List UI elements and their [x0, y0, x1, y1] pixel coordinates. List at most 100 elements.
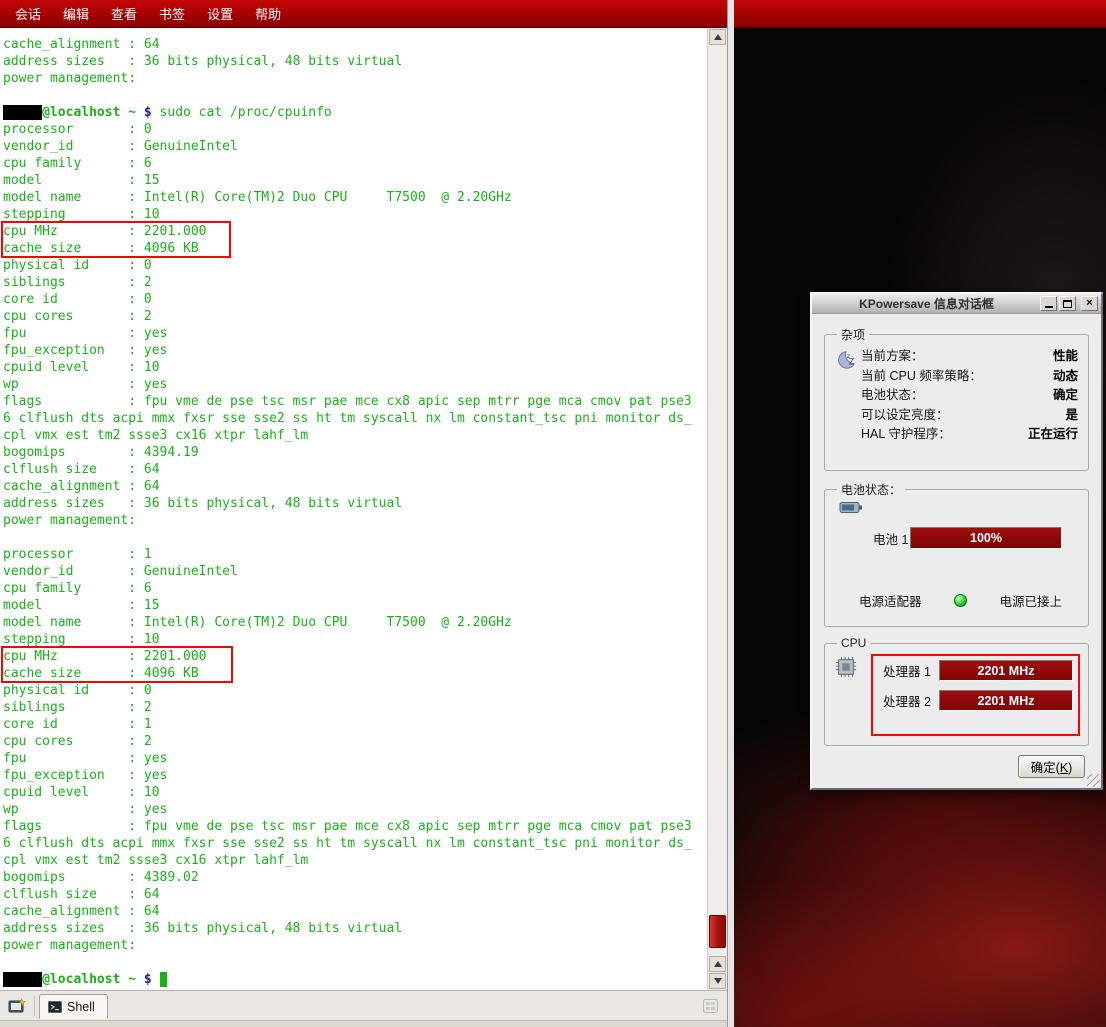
maximize-icon	[1063, 300, 1072, 308]
terminal-line: cache size : 4096 KB	[3, 665, 707, 682]
menu-item[interactable]: 查看	[100, 0, 148, 27]
terminal-text-segment	[3, 105, 42, 120]
terminal-text-segment: cpu family : 6	[3, 156, 152, 171]
terminal-line: model : 15	[3, 597, 707, 614]
terminal-line: cache size : 4096 KB	[3, 240, 707, 257]
info-label: 可以设定亮度：	[861, 406, 949, 426]
new-session-button[interactable]	[4, 994, 30, 1018]
misc-group: 杂项 zZ 当前方案： 性能 当前 CPU 频率策略： 动态	[824, 326, 1089, 471]
arrow-down-icon	[714, 978, 722, 984]
tab-shell[interactable]: Shell	[39, 994, 108, 1019]
terminal-line: fpu_exception : yes	[3, 342, 707, 359]
terminal-line: bogomips : 4394.19	[3, 444, 707, 461]
shell-icon	[48, 1001, 62, 1013]
terminal-text-segment: core id : 0	[3, 292, 152, 307]
terminal-line: vendor_id : GenuineIntel	[3, 138, 707, 155]
menu-item[interactable]: 帮助	[244, 0, 292, 27]
terminal-text-segment: core id : 1	[3, 717, 152, 732]
terminal-line: flags : fpu vme de pse tsc msr pae mce c…	[3, 393, 707, 410]
dialog-titlebar[interactable]: KPowersave 信息对话框 ×	[812, 294, 1101, 314]
menu-item[interactable]: 编辑	[52, 0, 100, 27]
session-list-button[interactable]	[697, 994, 723, 1018]
terminal-text-segment: 6 clflush dts acpi mmx fxsr sse sse2 ss …	[3, 411, 692, 426]
menu-item[interactable]: 会话	[4, 0, 52, 27]
adapter-label: 电源适配器	[859, 591, 922, 610]
terminal-text-segment: bogomips : 4389.02	[3, 870, 199, 885]
svg-text:Z: Z	[849, 357, 855, 367]
terminal-line: fpu : yes	[3, 325, 707, 342]
resize-grip[interactable]	[1087, 774, 1100, 787]
terminal-text-segment: cpuid level : 10	[3, 360, 160, 375]
cpu-frequency-bar: 2201 MHz	[939, 660, 1073, 681]
terminal-line: stepping : 10	[3, 631, 707, 648]
terminal-line: clflush size : 64	[3, 461, 707, 478]
scrollbar-thumb[interactable]	[709, 915, 726, 948]
ok-button[interactable]: 确定(K)	[1018, 755, 1085, 778]
dialog-title: KPowersave 信息对话框	[815, 295, 1038, 312]
scroll-up-button[interactable]	[709, 29, 726, 45]
terminal-text-segment: cpuid level : 10	[3, 785, 160, 800]
info-value: 动态	[1053, 367, 1078, 387]
scroll-up-button-bottom[interactable]	[709, 956, 726, 972]
cpu-group: CPU 处理器 1 2201 MHz	[824, 636, 1089, 746]
terminal-text-segment: cpl vmx est tm2 ssse3 cx16 xtpr lahf_lm	[3, 428, 308, 443]
terminal-line: bogomips : 4389.02	[3, 869, 707, 886]
info-row: 当前方案： 性能	[861, 347, 1078, 367]
terminal-text-segment: processor : 0	[3, 122, 152, 137]
terminal-line: cpuid level : 10	[3, 784, 707, 801]
info-value: 是	[1065, 406, 1078, 426]
terminal-tabbar: Shell	[0, 990, 727, 1020]
menu-item[interactable]: 书签	[148, 0, 196, 27]
info-label: 电池状态：	[861, 386, 924, 406]
cpu-frequency-bar: 2201 MHz	[939, 690, 1073, 711]
terminal-line: cpu cores : 2	[3, 308, 707, 325]
terminal-line: processor : 1	[3, 546, 707, 563]
terminal-line: physical id : 0	[3, 257, 707, 274]
terminal-screen[interactable]: cache_alignment : 64 address sizes : 36 b…	[0, 28, 707, 990]
adapter-status: 电源已接上	[1000, 591, 1063, 610]
terminal-line: clflush size : 64	[3, 886, 707, 903]
info-value: 正在运行	[1028, 425, 1078, 445]
terminal-text-segment: model : 15	[3, 173, 160, 188]
terminal-text-segment: model : 15	[3, 598, 160, 613]
window-bottom-border	[0, 1020, 727, 1027]
info-value: 性能	[1053, 347, 1078, 367]
terminal-text-segment: sudo cat /proc/cpuinfo	[152, 105, 332, 120]
terminal-scrollbar[interactable]	[707, 28, 727, 990]
terminal-text-segment: power management:	[3, 938, 136, 953]
terminal-line: cpu cores : 2	[3, 733, 707, 750]
background-window-titlebar[interactable]	[734, 0, 1106, 28]
terminal-text-segment: fpu : yes	[3, 751, 167, 766]
power-led-icon	[954, 594, 967, 607]
terminal-line: stepping : 10	[3, 206, 707, 223]
processor-label: 处理器 1	[883, 661, 939, 680]
arrow-up-icon	[714, 961, 722, 967]
terminal-text-segment: address sizes : 36 bits physical, 48 bit…	[3, 496, 402, 511]
kpowersave-dialog: KPowersave 信息对话框 × 杂项 zZ 当前方案： 性能	[810, 292, 1103, 790]
terminal-line: cpuid level : 10	[3, 359, 707, 376]
terminal-text-segment: @localhost ~	[42, 105, 144, 120]
minimize-button[interactable]	[1040, 296, 1057, 311]
terminal-line: cache_alignment : 64	[3, 36, 707, 53]
cpu-icon	[835, 656, 857, 678]
terminal-text-segment	[152, 972, 160, 987]
terminal-text-segment: siblings : 2	[3, 700, 152, 715]
terminal-text-segment: wp : yes	[3, 377, 167, 392]
terminal-text-segment	[3, 972, 42, 987]
menu-item[interactable]: 设置	[196, 0, 244, 27]
terminal-text-segment: fpu : yes	[3, 326, 167, 341]
terminal-line	[3, 954, 707, 971]
terminal-line: fpu_exception : yes	[3, 767, 707, 784]
terminal-text-segment: cache_alignment : 64	[3, 479, 160, 494]
scroll-down-button[interactable]	[709, 973, 726, 989]
terminal-text-segment: cache_alignment : 64	[3, 37, 160, 52]
maximize-button[interactable]	[1059, 296, 1076, 311]
terminal-line: cpu MHz : 2201.000	[3, 648, 707, 665]
terminal-line: power management:	[3, 70, 707, 87]
terminal-line: model name : Intel(R) Core(TM)2 Duo CPU …	[3, 614, 707, 631]
terminal-text-segment: cpu family : 6	[3, 581, 152, 596]
close-button[interactable]: ×	[1081, 296, 1098, 311]
terminal-text-segment: address sizes : 36 bits physical, 48 bit…	[3, 54, 402, 69]
terminal-text-segment: address sizes : 36 bits physical, 48 bit…	[3, 921, 402, 936]
terminal-text-segment: vendor_id : GenuineIntel	[3, 564, 238, 579]
